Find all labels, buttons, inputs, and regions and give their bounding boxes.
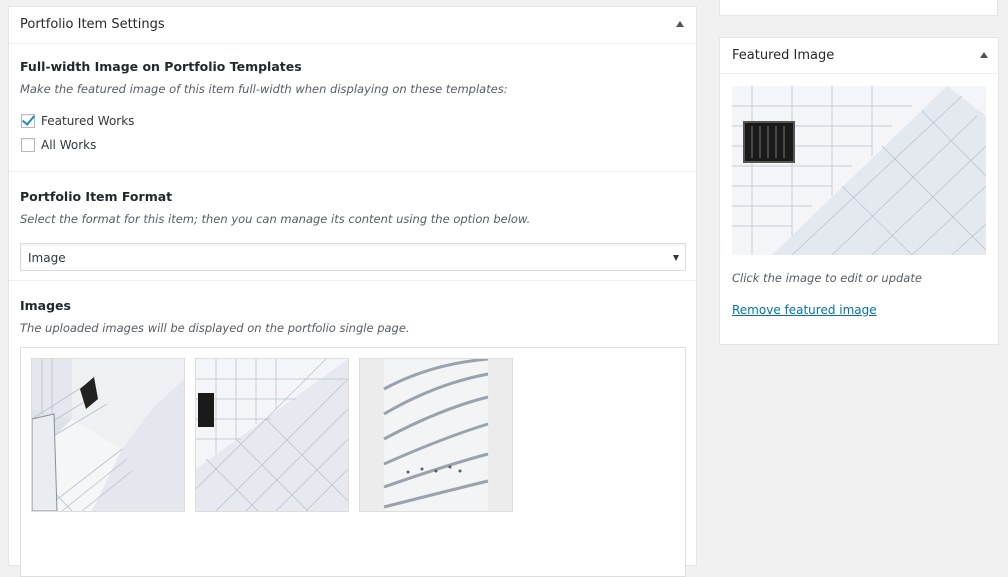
- checkbox-row-all-works[interactable]: All Works: [21, 136, 96, 154]
- format-select-value: Image: [28, 251, 66, 265]
- gallery-thumbnail-2[interactable]: [195, 358, 349, 512]
- images-description: The uploaded images will be displayed on…: [20, 321, 410, 335]
- format-select[interactable]: Image: [20, 243, 686, 271]
- fullwidth-section: Full-width Image on Portfolio Templates …: [9, 43, 696, 172]
- format-section: Portfolio Item Format Select the format …: [9, 172, 696, 281]
- featured-image-hint: Click the image to edit or update: [732, 271, 922, 285]
- all-works-checkbox[interactable]: [21, 138, 35, 152]
- featured-image-header[interactable]: Featured Image: [720, 38, 998, 74]
- format-title: Portfolio Item Format: [20, 189, 173, 204]
- all-works-label[interactable]: All Works: [41, 138, 96, 152]
- collapse-arrow-icon[interactable]: [676, 21, 684, 27]
- fullwidth-title: Full-width Image on Portfolio Templates: [20, 59, 302, 74]
- previous-sidebar-box: [719, 0, 998, 16]
- portfolio-settings-title: Portfolio Item Settings: [20, 17, 165, 32]
- featured-image-title: Featured Image: [732, 48, 835, 63]
- images-section: Images The uploaded images will be displ…: [9, 281, 696, 577]
- gallery-thumbnail-3[interactable]: [359, 358, 513, 512]
- remove-featured-image-link[interactable]: Remove featured image: [732, 303, 877, 317]
- checkbox-row-featured-works[interactable]: Featured Works: [21, 112, 134, 130]
- format-description: Select the format for this item; then yo…: [20, 212, 531, 226]
- featured-works-label[interactable]: Featured Works: [41, 114, 134, 128]
- dropdown-caret-icon: [673, 255, 679, 261]
- collapse-arrow-icon[interactable]: [980, 52, 988, 58]
- fullwidth-description: Make the featured image of this item ful…: [20, 82, 508, 96]
- featured-image-preview[interactable]: [732, 86, 987, 256]
- portfolio-settings-header[interactable]: Portfolio Item Settings: [9, 7, 696, 44]
- gallery-thumbnail-1[interactable]: [31, 358, 185, 512]
- featured-image-metabox: Featured Image Click the image to edit o…: [719, 37, 999, 345]
- featured-works-checkbox[interactable]: [21, 114, 35, 128]
- images-title: Images: [20, 298, 71, 313]
- image-gallery: [20, 347, 686, 577]
- portfolio-settings-metabox: Portfolio Item Settings Full-width Image…: [8, 6, 697, 577]
